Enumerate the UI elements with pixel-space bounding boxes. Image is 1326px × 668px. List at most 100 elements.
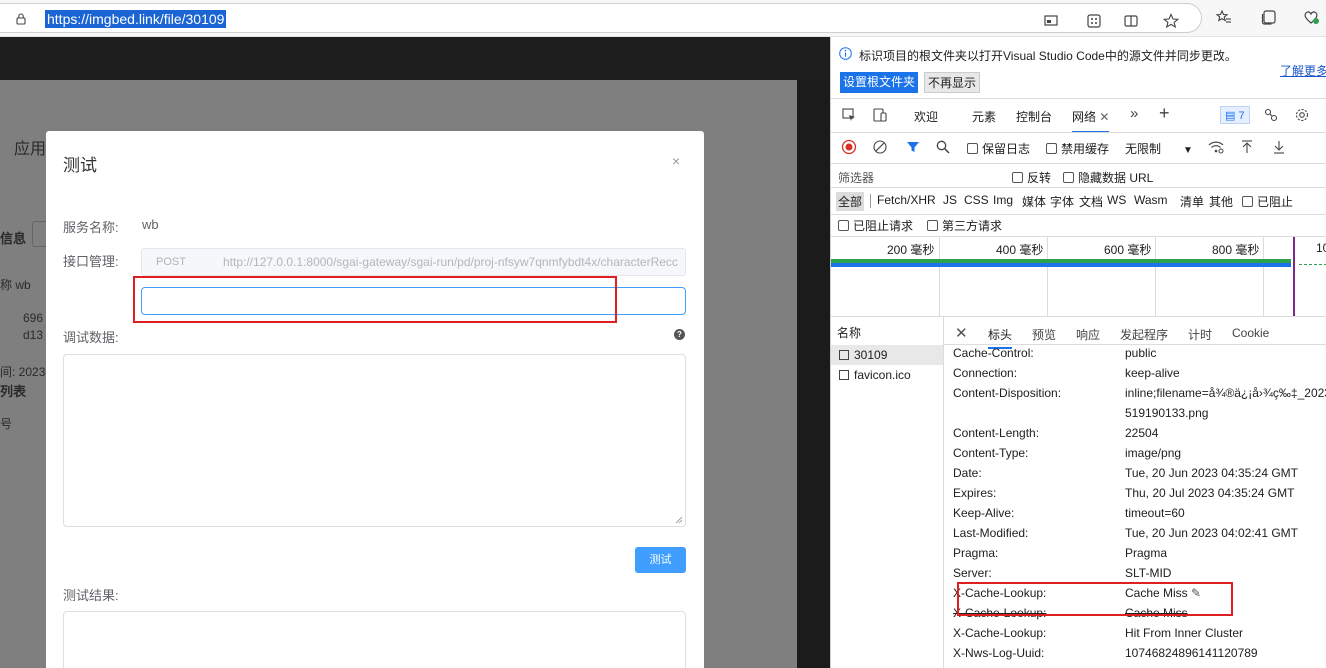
tab-console[interactable]: 控制台 xyxy=(1016,108,1052,125)
header-value: Tue, 20 Jun 2023 04:35:24 GMT xyxy=(1125,466,1298,480)
type-filter-css[interactable]: CSS xyxy=(964,193,989,207)
checkbox-icon xyxy=(838,220,849,231)
column-divider xyxy=(943,317,944,668)
tab-elements[interactable]: 元素 xyxy=(972,108,996,125)
test-button[interactable]: 测试 xyxy=(635,547,686,573)
export-har-icon[interactable] xyxy=(1271,139,1287,155)
header-value: inline;filename=å¾®ä¿¡å›¾ç‰‡_2023 xyxy=(1125,386,1326,400)
preserve-log-label: 保留日志 xyxy=(982,142,1031,156)
dialog-title: 测试 xyxy=(63,156,97,175)
address-bar[interactable]: https://imgbed.link/file/30109 xyxy=(0,3,1202,33)
blocked-requests-checkbox[interactable]: 已阻止请求 xyxy=(838,217,913,234)
type-filter-img[interactable]: Img xyxy=(993,193,1013,207)
inspect-icon[interactable] xyxy=(841,107,857,123)
result-textarea[interactable] xyxy=(63,611,686,668)
invert-checkbox[interactable]: 反转 xyxy=(1012,169,1051,186)
cast-icon[interactable] xyxy=(1042,12,1060,30)
network-conditions-icon[interactable] xyxy=(1207,139,1225,155)
clear-icon[interactable] xyxy=(872,139,888,155)
dont-show-again-button[interactable]: 不再显示 xyxy=(924,72,981,93)
close-icon[interactable]: × xyxy=(672,153,680,169)
service-name-value: wb xyxy=(142,217,159,232)
chevron-down-icon: ▼ xyxy=(1183,145,1193,156)
type-filter-fetch-xhr[interactable]: Fetch/XHR xyxy=(877,193,936,207)
apps-icon[interactable] xyxy=(1085,12,1103,30)
timeline-tick: 400 毫秒 xyxy=(996,243,1044,257)
browser-essentials-icon[interactable] xyxy=(1302,8,1320,26)
blocked-response-checkbox[interactable]: 已阻止 xyxy=(1242,193,1293,210)
disable-cache-checkbox[interactable]: 禁用缓存 xyxy=(1046,140,1109,157)
type-filter-all[interactable]: 全部 xyxy=(836,192,865,211)
preserve-log-checkbox[interactable]: 保留日志 xyxy=(967,140,1030,157)
type-filter-wasm[interactable]: Wasm xyxy=(1134,193,1168,207)
customize-icon[interactable] xyxy=(1263,107,1279,123)
timeline-tick: 200 毫秒 xyxy=(887,243,935,257)
issues-badge[interactable]: ▤ 7 xyxy=(1220,106,1250,124)
collections-icon[interactable] xyxy=(1260,8,1278,26)
divider xyxy=(831,316,1326,317)
divider xyxy=(831,163,1326,164)
settings-gear-icon[interactable] xyxy=(1294,107,1310,123)
more-tabs-icon[interactable]: » xyxy=(1130,105,1138,122)
header-name: Content-Length: xyxy=(953,426,1040,440)
header-value: Hit From Inner Cluster xyxy=(1125,626,1244,640)
detail-tab-timing[interactable]: 计时 xyxy=(1188,326,1212,343)
grid-line xyxy=(939,237,940,316)
third-party-checkbox[interactable]: 第三方请求 xyxy=(927,217,1002,234)
search-icon[interactable] xyxy=(935,139,951,155)
throttling-select[interactable]: 无限制 ▼ xyxy=(1125,140,1193,157)
record-stop-icon[interactable] xyxy=(841,139,857,155)
document-icon xyxy=(839,350,849,360)
request-row[interactable]: favicon.ico xyxy=(839,368,911,382)
type-filter-ws[interactable]: WS xyxy=(1107,193,1126,207)
type-filter-manifest[interactable]: 清单 xyxy=(1180,193,1204,210)
name-column-header[interactable]: 名称 xyxy=(837,324,861,341)
help-icon[interactable]: ? xyxy=(674,329,685,340)
site-info-icon[interactable] xyxy=(14,12,28,26)
result-label: 测试结果: xyxy=(63,588,119,603)
header-value: image/png xyxy=(1125,446,1182,460)
request-row[interactable]: 30109 xyxy=(839,348,887,362)
import-har-icon[interactable] xyxy=(1239,139,1255,155)
checkbox-icon xyxy=(1242,196,1253,207)
type-filter-font[interactable]: 字体 xyxy=(1050,193,1074,210)
add-tab-icon[interactable]: + xyxy=(1159,103,1170,124)
favorite-star-icon[interactable] xyxy=(1162,12,1180,30)
annotation-box xyxy=(133,276,617,323)
tab-welcome[interactable]: 欢迎 xyxy=(914,108,938,125)
divider xyxy=(831,132,1326,133)
type-filter-js[interactable]: JS xyxy=(943,193,957,207)
api-url-field[interactable]: http://127.0.0.1:8000/sgai-gateway/sgai-… xyxy=(210,248,686,276)
third-party-label: 第三方请求 xyxy=(942,219,1003,233)
page-header-bar xyxy=(0,37,830,80)
grid-line xyxy=(1263,237,1264,316)
close-tab-icon[interactable]: ✕ xyxy=(1099,110,1109,124)
detail-tab-preview[interactable]: 预览 xyxy=(1032,326,1056,343)
list-title: 列表 xyxy=(0,384,27,399)
filter-input[interactable]: 筛选器 xyxy=(838,169,874,186)
close-details-icon[interactable]: ✕ xyxy=(955,324,968,342)
favorites-icon[interactable] xyxy=(1215,8,1233,26)
service-name-label: 服务名称: xyxy=(63,220,119,235)
hide-data-urls-checkbox[interactable]: 隐藏数据 URL xyxy=(1063,169,1153,186)
table-header-cell: 号 xyxy=(0,417,13,431)
type-filter-media[interactable]: 媒体 xyxy=(1022,193,1046,210)
detail-tab-cookie[interactable]: Cookie xyxy=(1232,326,1269,340)
address-url[interactable]: https://imgbed.link/file/30109 xyxy=(45,10,227,28)
throttling-value: 无限制 xyxy=(1125,142,1162,156)
learn-more-link[interactable]: 了解更多 xyxy=(1280,62,1326,79)
split-screen-icon[interactable] xyxy=(1122,12,1140,30)
devtools-panel: 标识项目的根文件夹以打开Visual Studio Code中的源文件并同步更改… xyxy=(830,37,1326,668)
header-value: keep-alive xyxy=(1125,366,1180,380)
detail-tab-response[interactable]: 响应 xyxy=(1076,326,1100,343)
set-root-folder-button[interactable]: 设置根文件夹 xyxy=(840,72,919,93)
type-filter-doc[interactable]: 文档 xyxy=(1079,193,1103,210)
resize-handle-icon[interactable] xyxy=(675,516,683,524)
detail-tab-initiator[interactable]: 发起程序 xyxy=(1120,326,1168,343)
device-emulation-icon[interactable] xyxy=(872,107,888,123)
filter-icon[interactable] xyxy=(905,139,921,155)
header-name: Pragma: xyxy=(953,546,999,560)
tab-network[interactable]: 网络 ✕ xyxy=(1072,108,1110,133)
type-filter-other[interactable]: 其他 xyxy=(1209,193,1233,210)
debug-data-textarea[interactable] xyxy=(63,354,686,527)
